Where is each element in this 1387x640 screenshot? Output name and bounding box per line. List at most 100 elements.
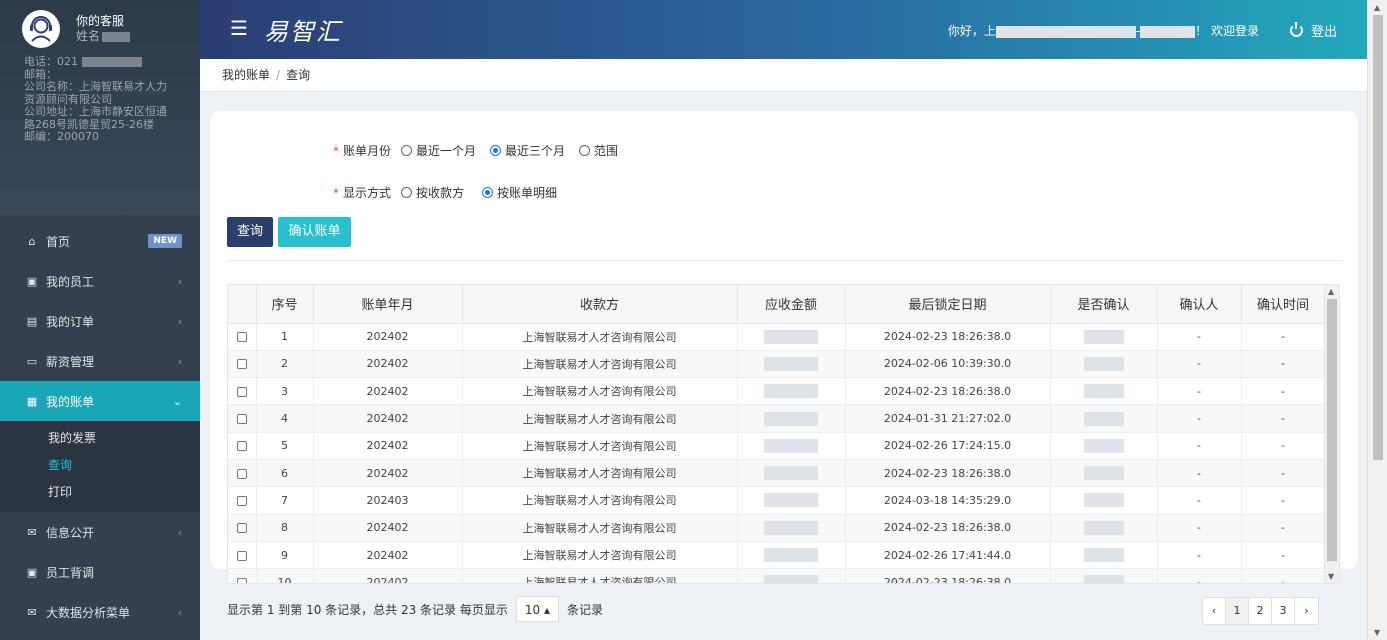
scroll-down-icon[interactable]: ▼ [1374, 628, 1380, 637]
cell-confirmed-redacted [1050, 486, 1158, 515]
greeting-text: 你好，上 -！ 欢迎登录 [947, 24, 1259, 38]
cell-confirmer: - [1157, 568, 1242, 583]
cell-amount-redacted [737, 404, 846, 433]
breadcrumb-root[interactable]: 我的账单 [222, 68, 270, 82]
cell-lock-date: 2024-02-23 18:26:38.0 [845, 459, 1051, 488]
cell-amount-redacted [737, 432, 846, 460]
select-all-header [228, 285, 257, 324]
bill-month-row: * 账单月份 最近一个月 最近三个月 范围 [333, 142, 619, 159]
col-header-confirmed[interactable]: 是否确认 [1050, 285, 1158, 324]
row-checkbox[interactable] [228, 514, 257, 542]
table-row[interactable]: 10 202402 上海智联易才人才咨询有限公司 2024-02-23 18:26:3… [228, 568, 1326, 583]
cell-lock-date: 2024-02-26 17:24:15.0 [845, 432, 1051, 460]
cell-bill-month: 202402 [313, 323, 463, 351]
cell-bill-month: 202402 [313, 568, 463, 583]
table-row[interactable]: 7 202403 上海智联易才人才咨询有限公司 2024-03-18 14:35:29… [228, 486, 1326, 515]
sidebar-subitem-query[interactable]: 查询 [0, 452, 200, 479]
logout-button[interactable]: 登出 [1289, 21, 1337, 40]
cell-no: 5 [256, 432, 314, 460]
radio-last-three-months[interactable]: 最近三个月 [490, 142, 565, 159]
table-row[interactable]: 1 202402 上海智联易才人才咨询有限公司 2024-02-23 18:26:38… [228, 323, 1326, 351]
chevron-left-icon: ‹ [177, 605, 182, 619]
row-checkbox[interactable] [228, 377, 257, 406]
sidebar-subitem-invoices[interactable]: 我的发票 [0, 425, 200, 452]
radio-last-one-month[interactable]: 最近一个月 [401, 142, 476, 159]
cell-confirmer: - [1157, 404, 1242, 433]
sidebar-item-big-data[interactable]: ✉ 大数据分析菜单 ‹ [0, 592, 200, 632]
confirm-bill-button[interactable]: 确认账单 [278, 217, 351, 247]
scroll-up-icon[interactable]: ▲ [1328, 287, 1334, 296]
table-row[interactable]: 8 202402 上海智联易才人才咨询有限公司 2024-02-23 18:26:38… [228, 514, 1326, 542]
row-checkbox[interactable] [228, 459, 257, 488]
cell-lock-date: 2024-02-06 10:39:30.0 [845, 350, 1051, 379]
sidebar-item-my-bills[interactable]: ▦ 我的账单 ⌄ [0, 381, 200, 421]
col-header-bill-month[interactable]: 账单年月 [313, 285, 463, 324]
new-badge: NEW [148, 234, 182, 248]
sidebar-item-home[interactable]: ⌂ 首页 NEW [0, 221, 200, 261]
table-row[interactable]: 2 202402 上海智联易才人才咨询有限公司 2024-02-06 10:39:30… [228, 350, 1326, 379]
query-button[interactable]: 查询 [227, 217, 273, 247]
sidebar-item-employees[interactable]: ▣ 我的员工 ‹ [0, 261, 200, 301]
row-checkbox[interactable] [228, 323, 257, 351]
page-1-button[interactable]: 1 [1226, 598, 1249, 624]
col-header-no[interactable]: 序号 [256, 285, 314, 324]
row-checkbox[interactable] [228, 541, 257, 570]
page-scrollbar[interactable]: ▲ ▼ [1367, 0, 1387, 640]
page-size-select[interactable]: 10 ▴ [515, 596, 559, 622]
row-checkbox[interactable] [228, 568, 257, 583]
scroll-up-icon[interactable]: ▲ [1374, 3, 1380, 12]
row-checkbox[interactable] [228, 486, 257, 515]
col-header-payee[interactable]: 收款方 [462, 285, 738, 324]
sidebar-submenu-bills: 我的发票 查询 打印 [0, 421, 200, 512]
cell-lock-date: 2024-01-31 21:27:02.0 [845, 404, 1051, 433]
cell-no: 2 [256, 350, 314, 379]
table-row[interactable]: 5 202402 上海智联易才人才咨询有限公司 2024-02-26 17:24:15… [228, 432, 1326, 460]
cell-confirmer: - [1157, 323, 1242, 351]
id-card-icon: ▣ [26, 274, 38, 288]
table-row[interactable]: 9 202402 上海智联易才人才咨询有限公司 2024-02-26 17:41:44… [228, 541, 1326, 570]
menu-toggle-icon[interactable]: ☰ [230, 16, 248, 40]
col-header-confirm-time[interactable]: 确认时间 [1241, 285, 1326, 324]
page-prev-button[interactable]: ‹ [1203, 598, 1226, 624]
radio-range[interactable]: 范围 [579, 142, 618, 159]
sidebar-item-background-check[interactable]: ▣ 员工背调 [0, 552, 200, 592]
cell-payee: 上海智联易才人才咨询有限公司 [462, 323, 738, 351]
sidebar-item-info-public[interactable]: ✉ 信息公开 ‹ [0, 512, 200, 552]
table-row[interactable]: 4 202402 上海智联易才人才咨询有限公司 2024-01-31 21:27:02… [228, 404, 1326, 433]
sidebar: 你的客服 姓名 电话：021 邮箱： 公司名称：上海智联易才人力资源顾问有限公司… [0, 0, 200, 640]
col-header-lock-date[interactable]: 最后锁定日期 [845, 285, 1051, 324]
page-next-button[interactable]: › [1295, 598, 1318, 624]
profile-subtitle: 姓名 [76, 29, 131, 44]
cell-bill-month: 202402 [313, 404, 463, 433]
col-header-amount[interactable]: 应收金额 [737, 285, 846, 324]
col-header-confirmer[interactable]: 确认人 [1157, 285, 1242, 324]
breadcrumb-current: 查询 [286, 68, 311, 82]
table-scrollbar[interactable]: ▲ ▼ [1324, 285, 1339, 583]
mail-icon: ✉ [27, 525, 37, 539]
row-checkbox[interactable] [228, 350, 257, 379]
cell-payee: 上海智联易才人才咨询有限公司 [462, 404, 738, 433]
sidebar-subitem-print[interactable]: 打印 [0, 479, 200, 506]
row-checkbox[interactable] [228, 432, 257, 460]
envelope-icon: ✉ [27, 605, 37, 619]
breadcrumb: 我的账单 / 查询 [200, 59, 1367, 92]
table-header-row: 序号 账单年月 收款方 应收金额 最后锁定日期 是否确认 确认人 确认时间 [228, 285, 1326, 324]
sidebar-item-payroll[interactable]: ▭ 薪资管理 ‹ [0, 341, 200, 381]
cell-confirmer: - [1157, 541, 1242, 570]
sidebar-item-orders[interactable]: ▤ 我的订单 ‹ [0, 301, 200, 341]
table-row[interactable]: 6 202402 上海智联易才人才咨询有限公司 2024-02-23 18:26:38… [228, 459, 1326, 488]
bill-table: 序号 账单年月 收款方 应收金额 最后锁定日期 是否确认 确认人 确认时间 12… [227, 284, 1340, 584]
row-checkbox[interactable] [228, 404, 257, 433]
cell-payee: 上海智联易才人才咨询有限公司 [462, 541, 738, 570]
cell-payee: 上海智联易才人才咨询有限公司 [462, 350, 738, 379]
scroll-down-icon[interactable]: ▼ [1328, 572, 1334, 581]
table-row[interactable]: 3 202402 上海智联易才人才咨询有限公司 2024-02-23 18:26:38… [228, 377, 1326, 406]
radio-by-payee[interactable]: 按收款方 [401, 184, 464, 201]
page-3-button[interactable]: 3 [1272, 598, 1295, 624]
radio-by-bill-detail[interactable]: 按账单明细 [482, 184, 557, 201]
app-logo: 易智汇 [264, 18, 342, 46]
page-2-button[interactable]: 2 [1249, 598, 1272, 624]
top-header: ☰ 易智汇 你好，上 -！ 欢迎登录 登出 [200, 0, 1367, 59]
card-icon: ▣ [26, 565, 38, 579]
cell-amount-redacted [737, 323, 846, 351]
